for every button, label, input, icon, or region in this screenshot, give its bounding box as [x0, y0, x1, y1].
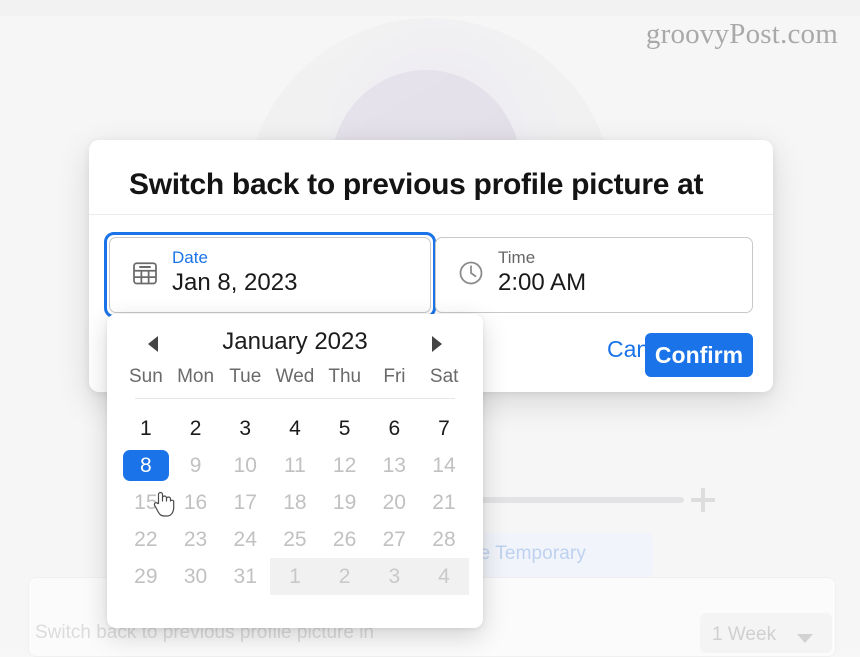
- calendar-day: 11: [284, 453, 306, 477]
- calendar-header: January 2023: [107, 314, 483, 372]
- calendar-day: 27: [382, 527, 406, 551]
- calendar-day: 2: [319, 558, 370, 595]
- calendar-day[interactable]: 7: [419, 410, 469, 447]
- calendar-grid: 1 2 3 4 5 6 7 8 9 10 11 12 13 14 15 16 17 18 19 20 21 22 23 24 2…: [121, 410, 469, 595]
- calendar-day[interactable]: 3: [220, 410, 270, 447]
- chevron-down-icon: [797, 634, 813, 643]
- make-temporary-label: ke Temporary: [470, 543, 586, 564]
- calendar-day: 4: [419, 558, 469, 595]
- background-top-strip: [0, 0, 860, 16]
- calendar-day: 3: [369, 558, 420, 595]
- calendar-dow-tue: Tue: [229, 366, 262, 387]
- calendar-dow-sun: Sun: [128, 366, 163, 387]
- calendar-day: 15: [134, 490, 158, 514]
- calendar-day: 1: [270, 558, 320, 595]
- calendar-dow-fri: Fri: [383, 366, 406, 387]
- calendar-day[interactable]: 6: [369, 410, 419, 447]
- plus-icon[interactable]: [690, 487, 716, 513]
- calendar-day: 17: [233, 490, 257, 514]
- calendar-day: 10: [233, 453, 257, 477]
- calendar-day: 31: [233, 564, 257, 588]
- calendar-day: 13: [382, 453, 406, 477]
- calendar-day: 20: [382, 490, 406, 514]
- calendar-dow-mon: Mon: [177, 366, 215, 387]
- confirm-button[interactable]: Confirm: [645, 333, 753, 377]
- page-title: Switch back to previous profile picture …: [129, 168, 704, 201]
- calendar-day: 25: [283, 527, 307, 551]
- watermark: groovyPost.com: [645, 18, 838, 50]
- calendar-day: 18: [283, 490, 307, 514]
- calendar-day[interactable]: 2: [171, 410, 221, 447]
- duration-select-value: 1 Week: [712, 624, 777, 645]
- calendar-day-selected[interactable]: 8: [121, 447, 171, 484]
- time-field-label: Time: [498, 248, 536, 267]
- calendar-day: 21: [432, 490, 456, 514]
- calendar-day[interactable]: 1: [121, 410, 171, 447]
- calendar-header-divider: [135, 398, 455, 399]
- calendar-day: 19: [332, 490, 357, 514]
- zoom-slider-track[interactable]: [462, 497, 684, 503]
- date-field[interactable]: Date Jan 8, 2023: [109, 237, 431, 313]
- calendar-day: 28: [432, 527, 456, 551]
- calendar-day: 23: [183, 527, 208, 551]
- clock-icon: [456, 258, 486, 288]
- calendar-day: 26: [332, 527, 357, 551]
- date-picker-popup: January 2023 Sun Mon Tue Wed Thu Fri Sat 12345…: [107, 314, 483, 628]
- calendar-day: 14: [432, 453, 456, 477]
- time-field[interactable]: Time 2:00 AM: [435, 237, 753, 313]
- date-field-label: Date: [172, 248, 208, 267]
- calendar-day: 9: [189, 453, 202, 477]
- calendar-icon: [130, 258, 160, 288]
- calendar-day: 12: [332, 453, 357, 477]
- calendar-day: 16: [183, 490, 208, 514]
- calendar-day[interactable]: 4: [270, 410, 320, 447]
- calendar-day[interactable]: 5: [320, 410, 370, 447]
- dialog-divider: [89, 214, 773, 215]
- calendar-day: 29: [134, 564, 158, 588]
- calendar-dow-thu: Thu: [328, 366, 362, 387]
- calendar-day: 24: [233, 527, 257, 551]
- calendar-day-headers: Sun Mon Tue Wed Thu Fri Sat: [121, 366, 469, 388]
- date-field-value: Jan 8, 2023: [172, 269, 298, 296]
- chevron-right-icon[interactable]: [423, 330, 451, 358]
- time-field-value: 2:00 AM: [498, 269, 587, 296]
- calendar-dow-sat: Sat: [429, 366, 459, 387]
- calendar-dow-wed: Wed: [275, 366, 315, 387]
- calendar-day: 22: [134, 527, 158, 551]
- calendar-day: 30: [183, 564, 208, 588]
